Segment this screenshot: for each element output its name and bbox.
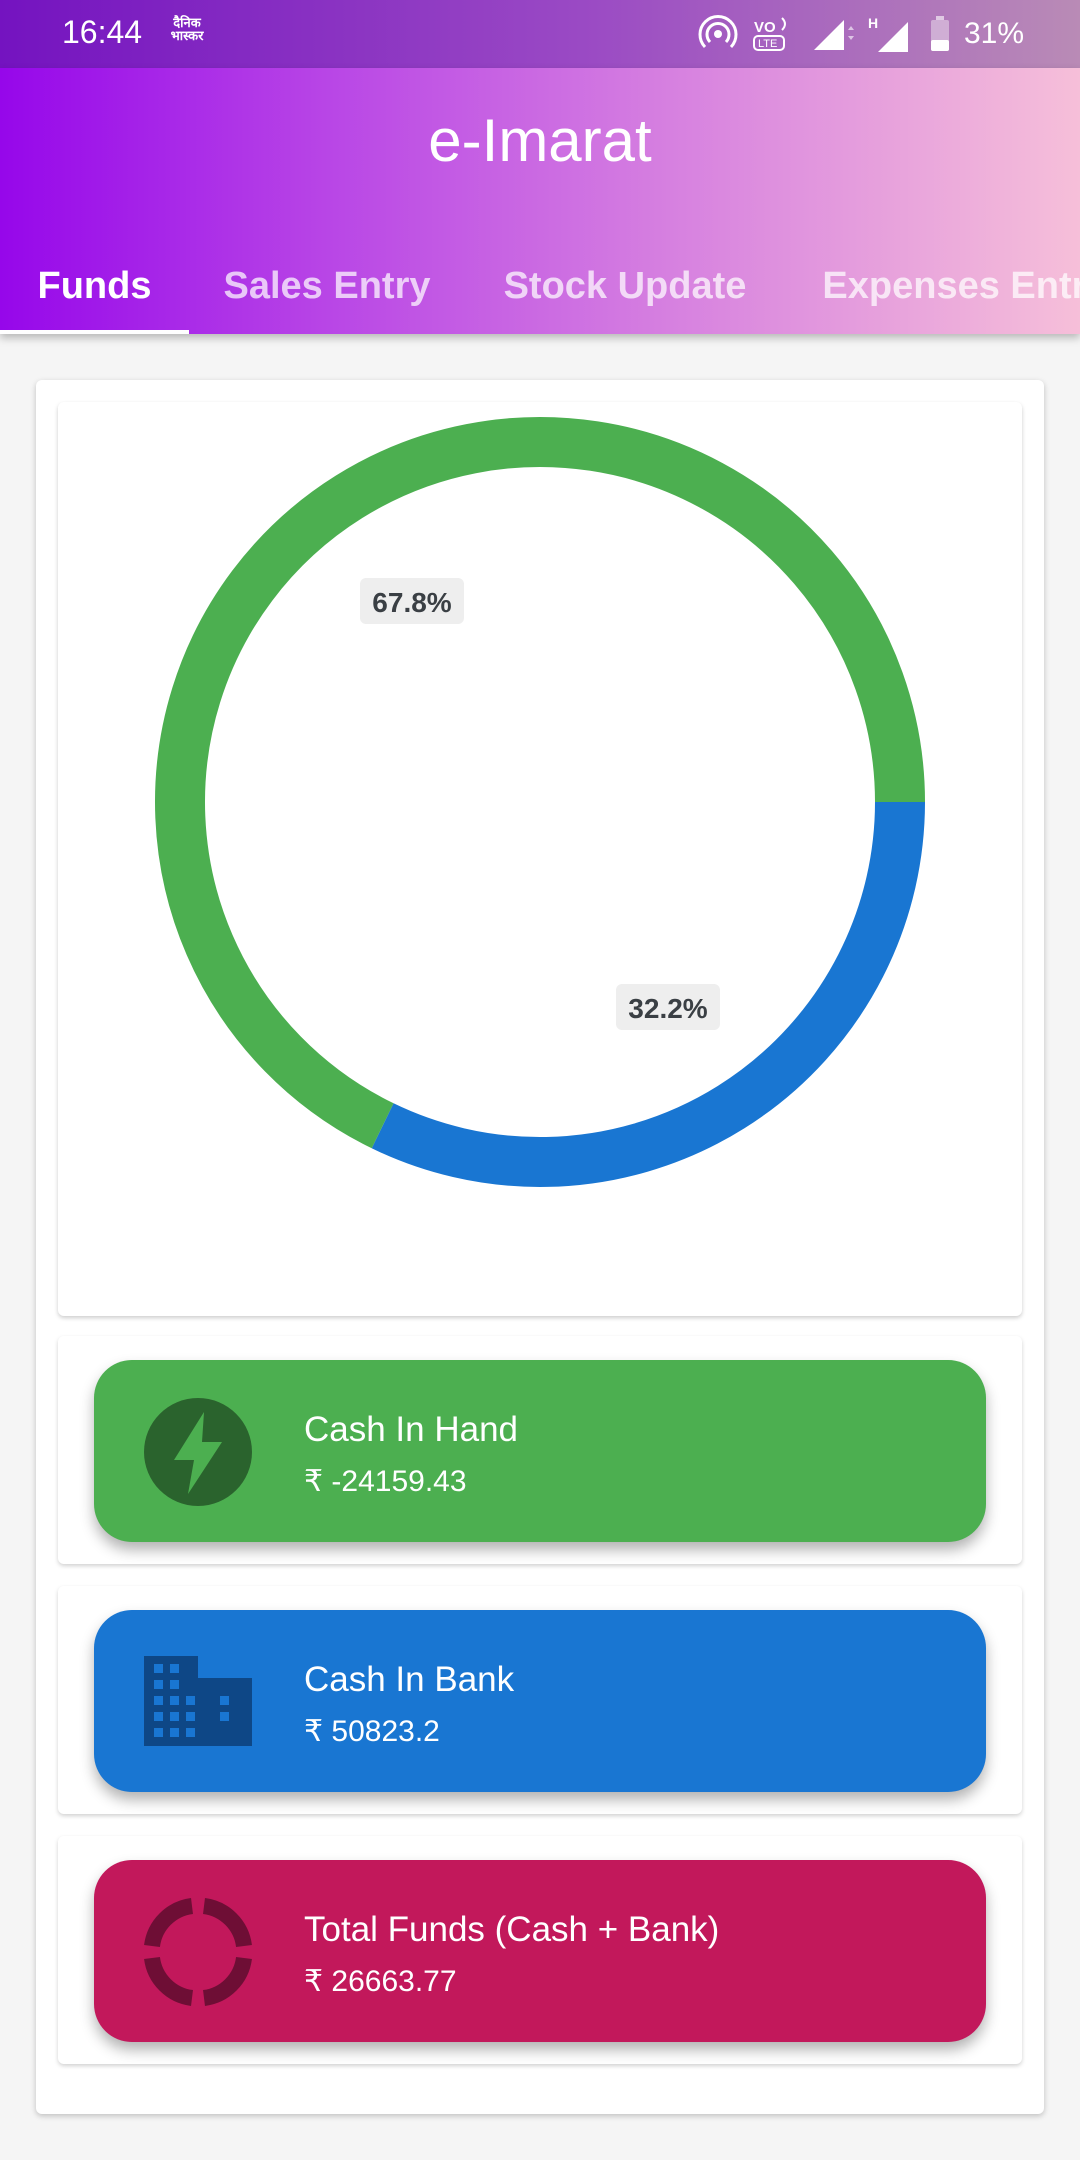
funds-donut-chart: 67.8% 32.2% [155,417,925,1187]
tab-indicator [0,330,189,334]
fund-card-wrapper: Cash In Hand ₹ -24159.43 [58,1336,1022,1564]
chart-card: 67.8% 32.2% [58,402,1022,1316]
fund-label: Total Funds (Cash + Bank) [304,1910,720,1949]
fund-label: Cash In Hand [304,1410,519,1449]
donut-data-label: 67.8% [360,578,464,624]
donut-slice-cash-in-bank[interactable] [371,801,925,1187]
svg-text:LTE: LTE [758,38,777,50]
fund-card-wrapper: Cash In Bank ₹ 50823.2 [58,1586,1022,1814]
fund-card-wrapper: Total Funds (Cash + Bank) ₹ 26663.77 [58,1836,1022,2064]
donut-data-label-text: 32.2% [628,993,707,1024]
status-right-icons: VO LTE H 31% [698,12,1024,56]
fund-value: ₹ 26663.77 [304,1965,457,1998]
fund-value: ₹ 50823.2 [304,1715,440,1748]
lightning-bolt-icon [144,1398,252,1506]
donut-chart-icon [144,1898,252,2006]
total-funds-card[interactable]: Total Funds (Cash + Bank) ₹ 26663.77 [94,1860,986,2042]
cash-in-bank-card[interactable]: Cash In Bank ₹ 50823.2 [94,1610,986,1792]
svg-text:H: H [868,15,878,31]
tab-stock-update[interactable]: Stock Update [465,238,785,334]
hotspot-icon [698,15,738,49]
app-bar: e-Imarat Funds Sales Entry Stock Update … [0,68,1080,334]
donut-data-label-text: 67.8% [372,587,451,618]
app-title: e-Imarat [428,107,652,174]
funds-panel: 67.8% 32.2% Cash In Hand ₹ -24159.43 Cas… [36,380,1044,2114]
fund-label: Cash In Bank [304,1660,515,1699]
status-time: 16:44 [62,14,143,50]
building-icon [144,1656,252,1746]
fund-value: ₹ -24159.43 [304,1465,467,1498]
dainik-bhaskar-icon: दैनिक भास्कर [170,15,204,43]
signal-h-icon: H [868,15,908,52]
tab-expenses-entry[interactable]: Expenses Entry [785,238,1080,334]
signal-strength-icon [813,20,854,50]
volte-icon: VO LTE [752,17,786,51]
tab-funds[interactable]: Funds [0,238,189,334]
battery-percent: 31% [963,17,1024,50]
donut-data-label: 32.2% [616,984,720,1030]
cash-in-hand-card[interactable]: Cash In Hand ₹ -24159.43 [94,1360,986,1542]
svg-text:VO: VO [754,19,776,36]
battery-icon [930,16,949,51]
status-bar: 16:44 दैनिक भास्कर VO LTE H 31% [0,0,1080,68]
tab-sales-entry[interactable]: Sales Entry [189,238,465,334]
